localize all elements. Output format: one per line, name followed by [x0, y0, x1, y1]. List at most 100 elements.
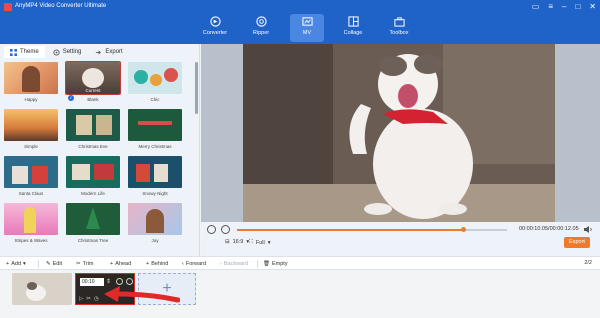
cat-video-frame: [243, 44, 555, 222]
stop-icon[interactable]: [221, 225, 230, 234]
divider: [38, 260, 39, 268]
theme-happy[interactable]: Happy: [4, 62, 58, 108]
aspect-icon: ⊟: [225, 239, 230, 245]
theme-scrollbar[interactable]: [195, 62, 198, 114]
plus-icon: +: [6, 261, 10, 267]
scissors-icon: ✂: [76, 261, 81, 267]
backward-icon: ›: [220, 261, 222, 267]
timeline-clip[interactable]: [12, 273, 72, 305]
toolbox-icon: [393, 17, 405, 27]
seek-bar[interactable]: [237, 227, 507, 232]
timeline-toolbar: + Add ▾ ✎ Edit ✂ Trim + Ahead + Behind ‹…: [0, 256, 600, 270]
chat-icon[interactable]: ▭: [532, 2, 540, 11]
theme-thumbnail: [128, 203, 182, 235]
edit-icon: ✎: [46, 261, 51, 267]
tab-export[interactable]: Export: [89, 46, 128, 58]
behind-icon: +: [146, 261, 150, 267]
empty-button[interactable]: 🗑 Empty: [263, 259, 288, 269]
cut-icon[interactable]: ✂: [86, 296, 91, 302]
nav-mv[interactable]: MV: [290, 14, 324, 42]
forward-icon: ‹: [182, 261, 184, 267]
ahead-button[interactable]: + Ahead: [110, 259, 131, 269]
left-tabs: Theme Setting Export: [4, 46, 129, 58]
theme-thumbnail: [66, 203, 120, 235]
theme-modern-life[interactable]: Modern Life: [66, 156, 120, 202]
selected-check-icon: ✓: [68, 95, 74, 101]
nav-collage[interactable]: Collage: [336, 14, 370, 42]
theme-thumbnail: Current: [65, 61, 121, 95]
preview-area: [201, 44, 600, 222]
chevron-down-icon: ▾: [267, 239, 271, 246]
aspect-ratio-select[interactable]: ⊟ 16:9 ▾: [225, 239, 249, 245]
nav-toolbox[interactable]: Toolbox: [382, 14, 416, 42]
play-clip-icon[interactable]: ▷: [79, 296, 83, 302]
nav-converter[interactable]: Converter: [198, 14, 232, 42]
grid-icon: [10, 48, 17, 56]
chevron-down-icon: ▾: [23, 261, 26, 267]
player-controls: 00:00:10.05/00:00:12.05 ⊟ 16:9 ▾ ⛶ Full …: [201, 222, 600, 256]
volume-icon[interactable]: [583, 225, 593, 234]
theme-thumbnail: [128, 62, 182, 94]
mv-icon: [301, 17, 313, 26]
ahead-icon: +: [110, 261, 114, 267]
app-title: AnyMP4 Video Converter Ultimate: [15, 3, 107, 9]
export-icon: [96, 49, 102, 55]
minimize-icon[interactable]: –: [562, 2, 566, 11]
behind-button[interactable]: + Behind: [146, 259, 168, 269]
seek-progress: [237, 229, 464, 231]
trash-icon: 🗑: [263, 261, 270, 267]
theme-merry-christmas[interactable]: Merry Christmas: [128, 109, 182, 155]
divider: [257, 260, 258, 268]
theme-christmas-tree[interactable]: Christmas Tree: [66, 203, 120, 249]
forward-button[interactable]: ‹ Forward: [182, 259, 206, 269]
page-counter: 2/2: [584, 260, 592, 266]
collage-icon: [347, 16, 359, 27]
tab-theme[interactable]: Theme: [4, 46, 45, 58]
export-button[interactable]: Export: [564, 237, 590, 248]
app-logo-icon: [4, 3, 12, 11]
backward-button[interactable]: › Backward: [220, 259, 248, 269]
theme-thumbnail: [4, 203, 58, 235]
theme-thumbnail: [66, 109, 120, 141]
edit-button[interactable]: ✎ Edit: [46, 259, 62, 269]
tab-setting[interactable]: Setting: [47, 46, 88, 58]
clip-thumbnail: [12, 273, 72, 305]
theme-christmas-eve[interactable]: Christmas Eve: [66, 109, 120, 155]
theme-thumbnail: [4, 62, 58, 94]
theme-joy[interactable]: Joy: [128, 203, 182, 249]
gear-icon: [53, 48, 60, 56]
theme-thumbnail: [128, 109, 182, 141]
converter-icon: [209, 16, 221, 27]
display-mode-select[interactable]: ⛶ Full ▾: [249, 239, 271, 246]
theme-blank[interactable]: Current ✓ Blank: [65, 61, 121, 108]
window-controls: ▭ ≡ – □ ✕: [532, 2, 596, 11]
theme-stripes-waves[interactable]: Stripes & Waves: [4, 203, 58, 249]
video-preview: [243, 44, 555, 222]
maximize-icon[interactable]: □: [575, 2, 580, 11]
timeline: 00:10 ⇕ ▷ ✂ ◷ +: [0, 270, 600, 318]
theme-panel: Theme Setting Export Happy Current ✓ Bla…: [0, 44, 200, 256]
theme-thumbnail: [66, 156, 120, 188]
nav-ripper[interactable]: Ripper: [244, 14, 278, 42]
title-bar: AnyMP4 Video Converter Ultimate ▭ ≡ – □ …: [0, 0, 600, 44]
clip-actions: ▷ ✂ ◷: [79, 296, 99, 302]
theme-snowy-night[interactable]: Snowy Night: [128, 156, 182, 202]
time-readout: 00:00:10.05/00:00:12.05: [519, 226, 579, 232]
clock-icon[interactable]: ◷: [94, 296, 99, 302]
theme-thumbnail: [4, 109, 58, 141]
fullscreen-icon: ⛶: [249, 239, 253, 245]
main-nav: Converter Ripper MV Collage Toolbox: [198, 14, 416, 42]
theme-simple[interactable]: Simple: [4, 109, 58, 155]
ripper-icon: [255, 16, 267, 27]
close-icon[interactable]: ✕: [589, 2, 596, 11]
theme-chic[interactable]: Chic: [128, 62, 182, 108]
trim-button[interactable]: ✂ Trim: [76, 259, 93, 269]
red-arrow-annotation: [104, 286, 180, 303]
theme-thumbnail: [128, 156, 182, 188]
seek-handle[interactable]: [461, 227, 467, 232]
add-button[interactable]: + Add ▾: [6, 259, 26, 269]
play-icon[interactable]: [207, 225, 216, 234]
theme-thumbnail: [4, 156, 58, 188]
theme-santa-claus[interactable]: Santa Claus: [4, 156, 58, 202]
menu-icon[interactable]: ≡: [548, 2, 553, 11]
